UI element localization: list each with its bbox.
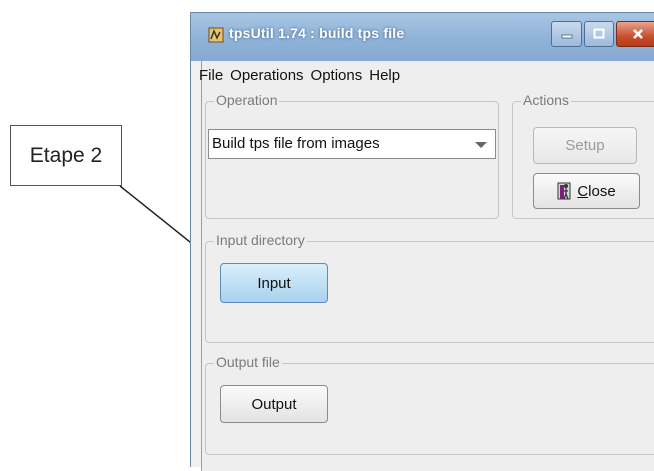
menu-file[interactable]: File <box>199 67 223 89</box>
setup-label: Setup <box>565 137 605 154</box>
app-icon <box>208 27 224 43</box>
close-icon <box>633 29 643 39</box>
operation-selected-value: Build tps file from images <box>212 135 380 152</box>
output-file-legend: Output file <box>214 354 282 370</box>
menu-bar: File Operations Options Help <box>199 67 407 89</box>
window-title: tpsUtil 1.74 : build tps file <box>229 25 405 41</box>
setup-button[interactable]: Setup <box>533 127 637 164</box>
minimize-button[interactable] <box>551 21 582 47</box>
maximize-icon <box>593 28 605 39</box>
operation-select[interactable]: Build tps file from images <box>208 129 496 159</box>
close-label: Close <box>577 182 616 200</box>
menu-operations[interactable]: Operations <box>230 67 303 89</box>
menu-help[interactable]: Help <box>369 67 400 89</box>
minimize-icon <box>561 34 572 39</box>
menu-options[interactable]: Options <box>311 67 363 89</box>
input-button[interactable]: Input <box>220 263 328 303</box>
callout-box: Etape 2 <box>10 125 122 186</box>
maximize-button[interactable] <box>584 21 614 47</box>
chevron-down-icon[interactable] <box>475 142 487 148</box>
output-button[interactable]: Output <box>220 385 328 423</box>
input-button-label: Input <box>257 274 291 292</box>
close-window-button[interactable] <box>616 21 654 47</box>
operation-group: Operation <box>205 92 499 219</box>
app-window: tpsUtil 1.74 : build tps file File Opera… <box>190 12 654 471</box>
actions-legend: Actions <box>521 92 571 108</box>
operation-legend: Operation <box>214 92 280 108</box>
door-exit-icon <box>557 182 571 200</box>
input-directory-legend: Input directory <box>214 232 307 248</box>
output-button-label: Output <box>251 395 297 413</box>
callout-text: Etape 2 <box>29 143 103 167</box>
title-bar: tpsUtil 1.74 : build tps file <box>191 13 654 61</box>
close-button[interactable]: Close <box>533 173 640 209</box>
